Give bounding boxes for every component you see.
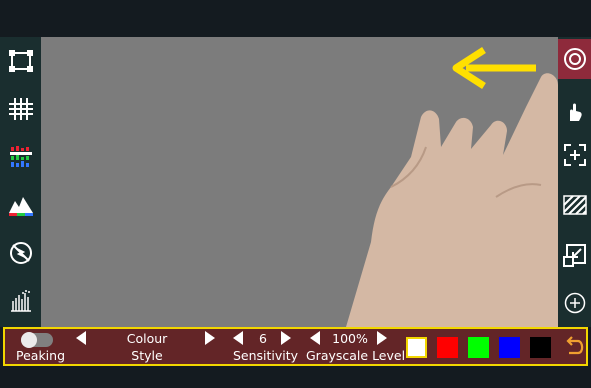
grid-icon[interactable]	[0, 89, 41, 129]
add-icon[interactable]	[558, 283, 591, 323]
zebra-stripes-icon[interactable]	[558, 185, 591, 225]
scale-frame-icon[interactable]	[558, 235, 591, 275]
colour-swatch-blue[interactable]	[499, 337, 520, 358]
undo-icon[interactable]	[563, 335, 587, 359]
left-toolbar	[0, 37, 41, 327]
colour-style-label-line2: Style	[131, 348, 163, 363]
grayscale-value: 100%	[332, 331, 368, 346]
grayscale-decrease-button[interactable]	[310, 331, 320, 345]
center-marker-icon[interactable]	[558, 135, 591, 175]
colour-swatch-white[interactable]	[406, 337, 427, 358]
focus-frame-icon[interactable]	[0, 41, 41, 81]
grayscale-label: Grayscale Level	[306, 348, 406, 363]
toggle-knob[interactable]	[21, 332, 37, 348]
hand-icon[interactable]	[558, 92, 591, 132]
peaking-label: Peaking	[16, 348, 66, 363]
colour-style-prev-button[interactable]	[76, 331, 86, 345]
sensitivity-label: Sensitivity	[233, 348, 299, 363]
focus-peaking-icon[interactable]	[558, 39, 591, 79]
right-toolbar	[558, 37, 591, 327]
colour-style-label-line1: Colour	[126, 331, 168, 346]
colour-swatch-red[interactable]	[437, 337, 458, 358]
flash-off-icon[interactable]	[0, 233, 41, 273]
top-bar	[0, 0, 591, 37]
colour-swatch-black[interactable]	[530, 337, 551, 358]
waveform-icon[interactable]	[0, 281, 41, 321]
colour-style-next-button[interactable]	[205, 331, 215, 345]
peaking-control-bar: Peaking Colour Style 6 Sensitivity 100% …	[3, 327, 588, 366]
histogram-icon[interactable]	[0, 185, 41, 225]
rgb-parade-icon[interactable]	[0, 137, 41, 177]
grayscale-increase-button[interactable]	[377, 331, 387, 345]
sensitivity-decrease-button[interactable]	[233, 331, 243, 345]
camera-viewport[interactable]	[41, 37, 558, 327]
sensitivity-value: 6	[259, 331, 267, 346]
colour-swatch-green[interactable]	[468, 337, 489, 358]
sensitivity-increase-button[interactable]	[281, 331, 291, 345]
peaking-toggle[interactable]	[21, 332, 53, 348]
hand-gesture-illustration	[346, 47, 558, 327]
